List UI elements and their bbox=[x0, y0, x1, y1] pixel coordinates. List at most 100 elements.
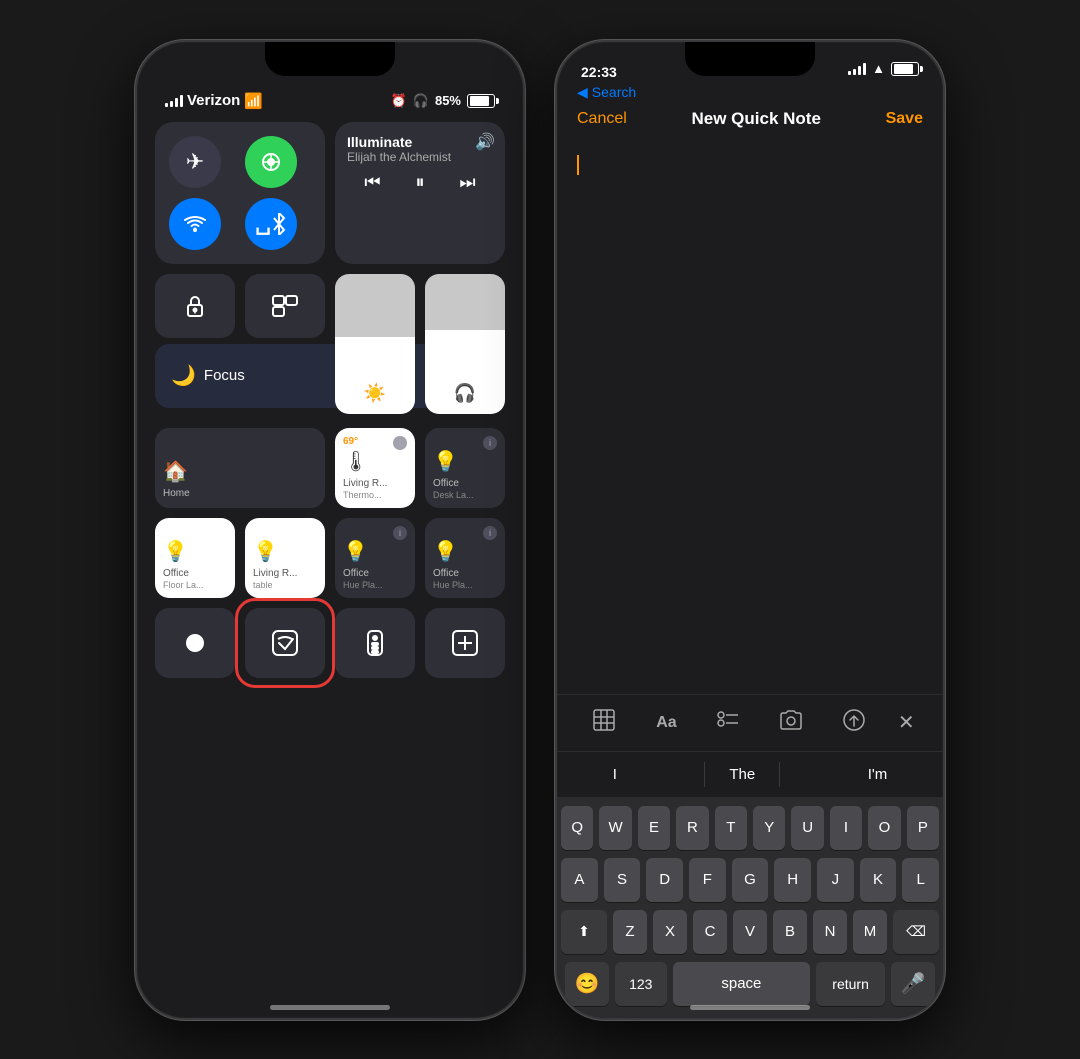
emoji-key[interactable]: 😊 bbox=[565, 962, 609, 1006]
key-s[interactable]: S bbox=[604, 858, 641, 902]
note-content-area[interactable] bbox=[557, 139, 943, 694]
mic-key[interactable]: 🎤 bbox=[891, 962, 935, 1006]
camera-icon[interactable] bbox=[772, 706, 810, 740]
key-f[interactable]: F bbox=[689, 858, 726, 902]
key-r[interactable]: R bbox=[676, 806, 708, 850]
headphone-icon: 🎧 bbox=[413, 93, 429, 109]
pause-button[interactable]: ⏸ bbox=[415, 172, 424, 193]
key-j[interactable]: J bbox=[817, 858, 854, 902]
autocomplete-the[interactable]: The bbox=[704, 762, 780, 787]
desk-lamp-button[interactable]: i 💡 Office Desk La... bbox=[425, 428, 505, 508]
key-q[interactable]: Q bbox=[561, 806, 593, 850]
living-room-table-button[interactable]: 💡 Living R... table bbox=[245, 518, 325, 598]
cancel-button[interactable]: Cancel bbox=[577, 110, 627, 128]
key-l[interactable]: L bbox=[902, 858, 939, 902]
shift-key[interactable]: ⬆ bbox=[561, 910, 607, 954]
key-n[interactable]: N bbox=[813, 910, 847, 954]
temp-badge: 69° bbox=[343, 436, 358, 447]
back-label[interactable]: Search bbox=[592, 84, 636, 100]
alarm-icon: ⏰ bbox=[391, 93, 407, 109]
numbers-key[interactable]: 123 bbox=[615, 962, 667, 1006]
wifi-button[interactable] bbox=[169, 198, 221, 250]
autocomplete-im[interactable]: I'm bbox=[844, 762, 912, 787]
markup-icon[interactable] bbox=[835, 705, 873, 741]
key-u[interactable]: U bbox=[791, 806, 823, 850]
battery-percent: 85% bbox=[435, 93, 461, 108]
key-b[interactable]: B bbox=[773, 910, 807, 954]
key-z[interactable]: Z bbox=[613, 910, 647, 954]
key-t[interactable]: T bbox=[715, 806, 747, 850]
cellular-button[interactable] bbox=[245, 136, 297, 188]
quick-note-button[interactable] bbox=[245, 608, 325, 678]
screen-mirror-button[interactable] bbox=[245, 274, 325, 338]
floor-lamp-button[interactable]: 💡 Office Floor La... bbox=[155, 518, 235, 598]
home-button[interactable]: 🏠 Home bbox=[155, 428, 325, 508]
key-g[interactable]: G bbox=[732, 858, 769, 902]
return-key[interactable]: return bbox=[816, 962, 885, 1006]
key-c[interactable]: C bbox=[693, 910, 727, 954]
airplay-icon: 🔊 bbox=[475, 132, 495, 152]
keyboard-row-2: A S D F G H J K L bbox=[561, 858, 939, 902]
text-format-icon[interactable]: Aa bbox=[648, 710, 684, 736]
space-key[interactable]: space bbox=[673, 962, 811, 1006]
key-y[interactable]: Y bbox=[753, 806, 785, 850]
keyboard-row-3: ⬆ Z X C V B N M ⌫ bbox=[561, 910, 939, 954]
screen-record-button[interactable] bbox=[155, 608, 235, 678]
info-icon: i bbox=[483, 526, 497, 540]
key-e[interactable]: E bbox=[638, 806, 670, 850]
text-cursor bbox=[577, 155, 579, 175]
next-track-button[interactable]: ⏭ bbox=[459, 172, 475, 193]
notes-toolbar: Aa ✕ bbox=[557, 694, 943, 752]
notch bbox=[685, 42, 815, 76]
notes-status-right: ▲ bbox=[848, 61, 919, 76]
key-m[interactable]: M bbox=[853, 910, 887, 954]
save-button[interactable]: Save bbox=[886, 110, 923, 128]
key-a[interactable]: A bbox=[561, 858, 598, 902]
signal-icon bbox=[848, 63, 866, 75]
key-i[interactable]: I bbox=[830, 806, 862, 850]
hue-icon-1: 💡 bbox=[343, 539, 368, 564]
wifi-icon: 📶 bbox=[244, 92, 263, 110]
music-player-block[interactable]: 🔊 Illuminate Elijah the Alchemist ⏮ ⏸ ⏭ bbox=[335, 122, 505, 264]
brightness-slider[interactable]: ☀️ bbox=[335, 274, 415, 414]
delete-key[interactable]: ⌫ bbox=[893, 910, 939, 954]
key-k[interactable]: K bbox=[860, 858, 897, 902]
prev-track-button[interactable]: ⏮ bbox=[364, 172, 380, 193]
key-p[interactable]: P bbox=[907, 806, 939, 850]
key-d[interactable]: D bbox=[646, 858, 683, 902]
phone-control-center: Verizon 📶 ⏰ 🎧 85% ✈ bbox=[135, 40, 525, 1020]
checklist-icon[interactable] bbox=[709, 705, 747, 741]
airplane-mode-button[interactable]: ✈ bbox=[169, 136, 221, 188]
wifi-icon: ▲ bbox=[872, 61, 885, 76]
thermostat-button[interactable]: 69° i 🌡 Living R... Thermo... bbox=[335, 428, 415, 508]
autocomplete-i[interactable]: I bbox=[589, 762, 641, 787]
battery-icon bbox=[891, 62, 919, 76]
remote-button[interactable] bbox=[335, 608, 415, 678]
info-icon: i bbox=[483, 436, 497, 450]
add-widget-button[interactable] bbox=[425, 608, 505, 678]
key-h[interactable]: H bbox=[774, 858, 811, 902]
table-lamp-icon: 💡 bbox=[253, 539, 278, 564]
notch bbox=[265, 42, 395, 76]
key-x[interactable]: X bbox=[653, 910, 687, 954]
phone-quick-note: 22:33 ▲ ◀ Search Cancel New Qui bbox=[555, 40, 945, 1020]
key-v[interactable]: V bbox=[733, 910, 767, 954]
thermostat-icon: 🌡 bbox=[343, 449, 368, 474]
key-o[interactable]: O bbox=[868, 806, 900, 850]
keyboard-row-4: 😊 123 space return 🎤 bbox=[561, 962, 939, 1006]
battery-icon bbox=[467, 94, 495, 108]
hue-icon-2: 💡 bbox=[433, 539, 458, 564]
close-toolbar-button[interactable]: ✕ bbox=[898, 710, 915, 735]
volume-slider[interactable]: 🎧 bbox=[425, 274, 505, 414]
bluetooth-button[interactable]: ␣ bbox=[245, 198, 297, 250]
autocomplete-bar: I The I'm bbox=[557, 752, 943, 798]
music-artist: Elijah the Alchemist bbox=[347, 150, 493, 164]
hue-pla-1-button[interactable]: i 💡 Office Hue Pla... bbox=[335, 518, 415, 598]
back-nav[interactable]: ◀ Search bbox=[557, 80, 943, 101]
key-w[interactable]: W bbox=[599, 806, 631, 850]
hue-pla-2-button[interactable]: i 💡 Office Hue Pla... bbox=[425, 518, 505, 598]
info-icon: i bbox=[393, 436, 407, 450]
table-icon[interactable] bbox=[585, 705, 623, 741]
screen-lock-button[interactable] bbox=[155, 274, 235, 338]
status-right: ⏰ 🎧 85% bbox=[391, 93, 495, 109]
